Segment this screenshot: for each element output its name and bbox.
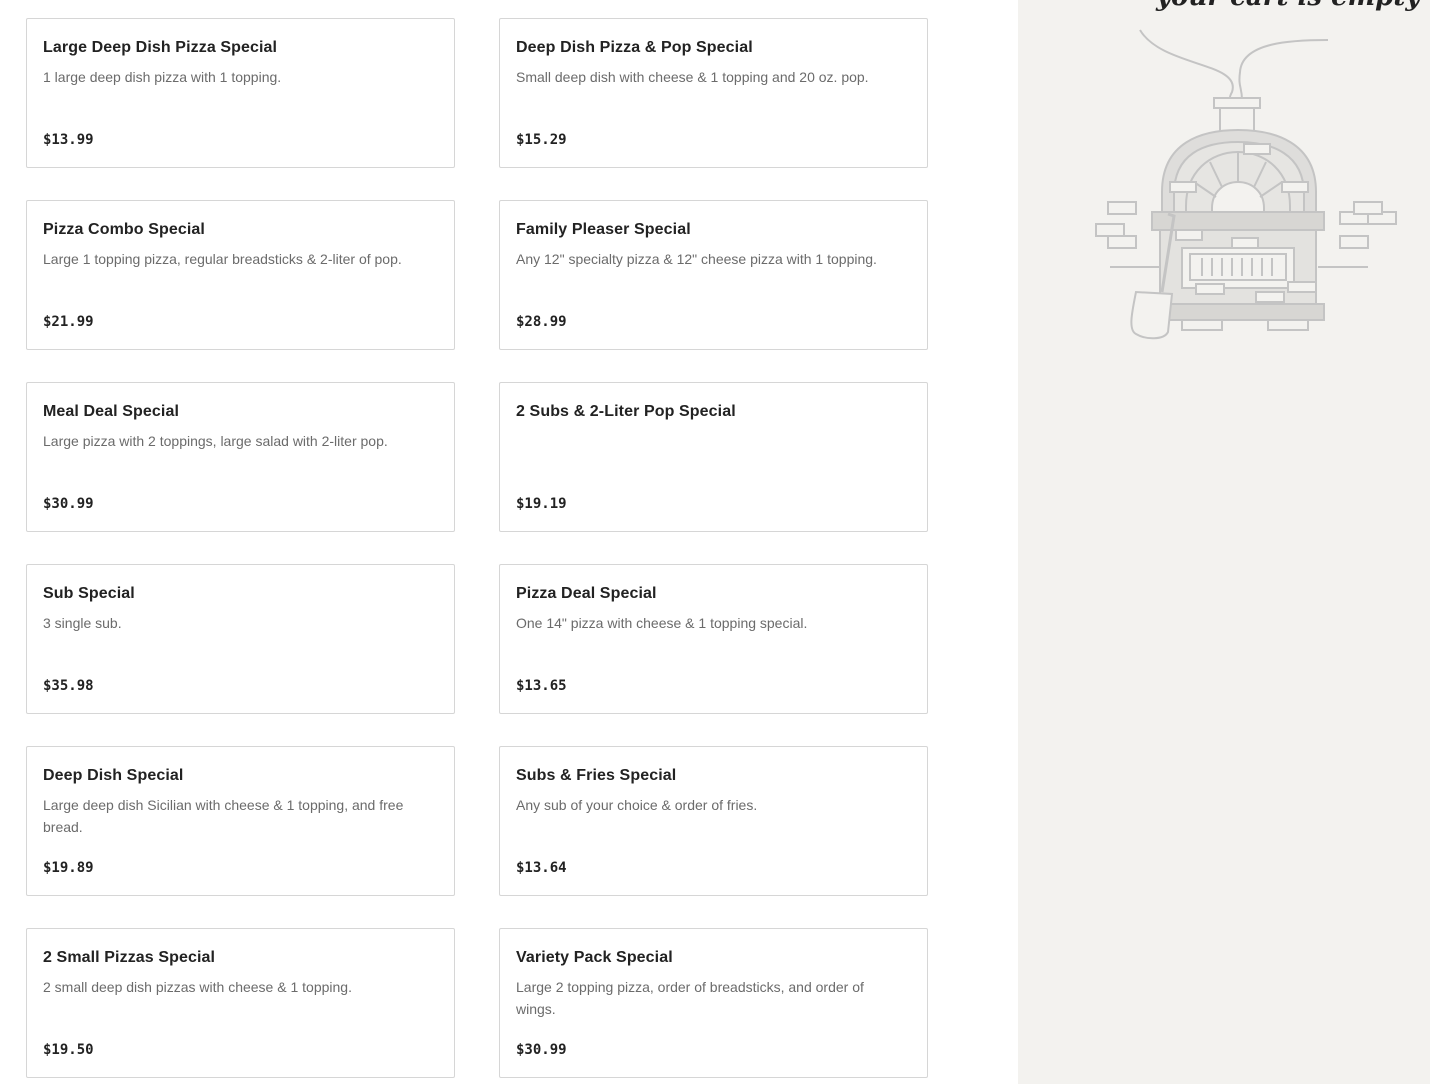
menu-item-price: $35.98 — [43, 678, 94, 694]
menu-item-name: Sub Special — [43, 585, 135, 602]
menu-item-name: Pizza Deal Special — [516, 585, 657, 602]
menu-item-price: $13.99 — [43, 132, 94, 148]
menu-item-price: $13.64 — [516, 860, 567, 876]
cart-empty-message: your cart is empty — [1156, 0, 1420, 12]
menu-item-card[interactable]: Pizza Deal Special One 14" pizza with ch… — [499, 564, 928, 714]
menu-item-name: Family Pleaser Special — [516, 221, 691, 238]
menu-item-price: $13.65 — [516, 678, 567, 694]
pizza-oven-icon — [1095, 29, 1397, 340]
menu-item-card[interactable]: 2 Subs & 2-Liter Pop Special $19.19 — [499, 382, 928, 532]
menu-item-price: $19.50 — [43, 1042, 94, 1058]
menu-item-description: 2 small deep dish pizzas with cheese & 1… — [43, 979, 352, 995]
menu-item-price: $30.99 — [43, 496, 94, 512]
menu-panel: Large Deep Dish Pizza Special 1 large de… — [0, 0, 1018, 1084]
menu-item-name: Large Deep Dish Pizza Special — [43, 39, 278, 56]
menu-item-description: 1 large deep dish pizza with 1 topping. — [43, 69, 282, 85]
menu-grid: Large Deep Dish Pizza Special 1 large de… — [26, 18, 928, 1078]
menu-item-name: Pizza Combo Special — [43, 221, 205, 238]
menu-item-price: $19.89 — [43, 860, 94, 876]
menu-item-card[interactable]: Pizza Combo Special Large 1 topping pizz… — [26, 200, 455, 350]
menu-item-price: $28.99 — [516, 314, 567, 330]
menu-item-card[interactable]: Deep Dish Pizza & Pop Special Small deep… — [499, 18, 928, 168]
menu-item-card[interactable]: Meal Deal Special Large pizza with 2 top… — [26, 382, 455, 532]
menu-item-card[interactable]: 2 Small Pizzas Special 2 small deep dish… — [26, 928, 455, 1078]
menu-item-card[interactable]: Large Deep Dish Pizza Special 1 large de… — [26, 18, 455, 168]
menu-item-card[interactable]: Sub Special 3 single sub. $35.98 — [26, 564, 455, 714]
menu-item-card[interactable]: Variety Pack Special Large 2 topping piz… — [499, 928, 928, 1078]
menu-item-description: Large deep dish Sicilian with cheese & 1… — [43, 797, 404, 835]
menu-item-card[interactable]: Deep Dish Special Large deep dish Sicili… — [26, 746, 455, 896]
page: Large Deep Dish Pizza Special 1 large de… — [0, 0, 1430, 1084]
menu-item-name: Deep Dish Pizza & Pop Special — [516, 39, 753, 56]
menu-item-description: 3 single sub. — [43, 615, 122, 631]
menu-item-name: 2 Subs & 2-Liter Pop Special — [516, 403, 736, 420]
menu-item-card[interactable]: Subs & Fries Special Any sub of your cho… — [499, 746, 928, 896]
menu-item-description: Small deep dish with cheese & 1 topping … — [516, 69, 869, 85]
menu-item-description: Any sub of your choice & order of fries. — [516, 797, 758, 813]
menu-item-name: Deep Dish Special — [43, 767, 184, 784]
menu-item-price: $19.19 — [516, 496, 567, 512]
menu-item-description: Large pizza with 2 toppings, large salad… — [43, 433, 388, 449]
menu-item-description: Any 12" specialty pizza & 12" cheese piz… — [516, 251, 877, 267]
menu-item-name: 2 Small Pizzas Special — [43, 949, 216, 966]
menu-item-description: Large 1 topping pizza, regular breadstic… — [43, 251, 402, 267]
menu-item-price: $30.99 — [516, 1042, 567, 1058]
menu-item-name: Meal Deal Special — [43, 403, 179, 420]
cart-panel: your cart is empty — [1018, 0, 1430, 1084]
menu-item-description: Large 2 topping pizza, order of breadsti… — [516, 979, 864, 1017]
menu-item-name: Variety Pack Special — [516, 949, 673, 966]
menu-item-name: Subs & Fries Special — [516, 767, 677, 784]
menu-item-price: $21.99 — [43, 314, 94, 330]
menu-item-price: $15.29 — [516, 132, 567, 148]
menu-item-card[interactable]: Family Pleaser Special Any 12" specialty… — [499, 200, 928, 350]
menu-item-description: One 14" pizza with cheese & 1 topping sp… — [516, 615, 808, 631]
